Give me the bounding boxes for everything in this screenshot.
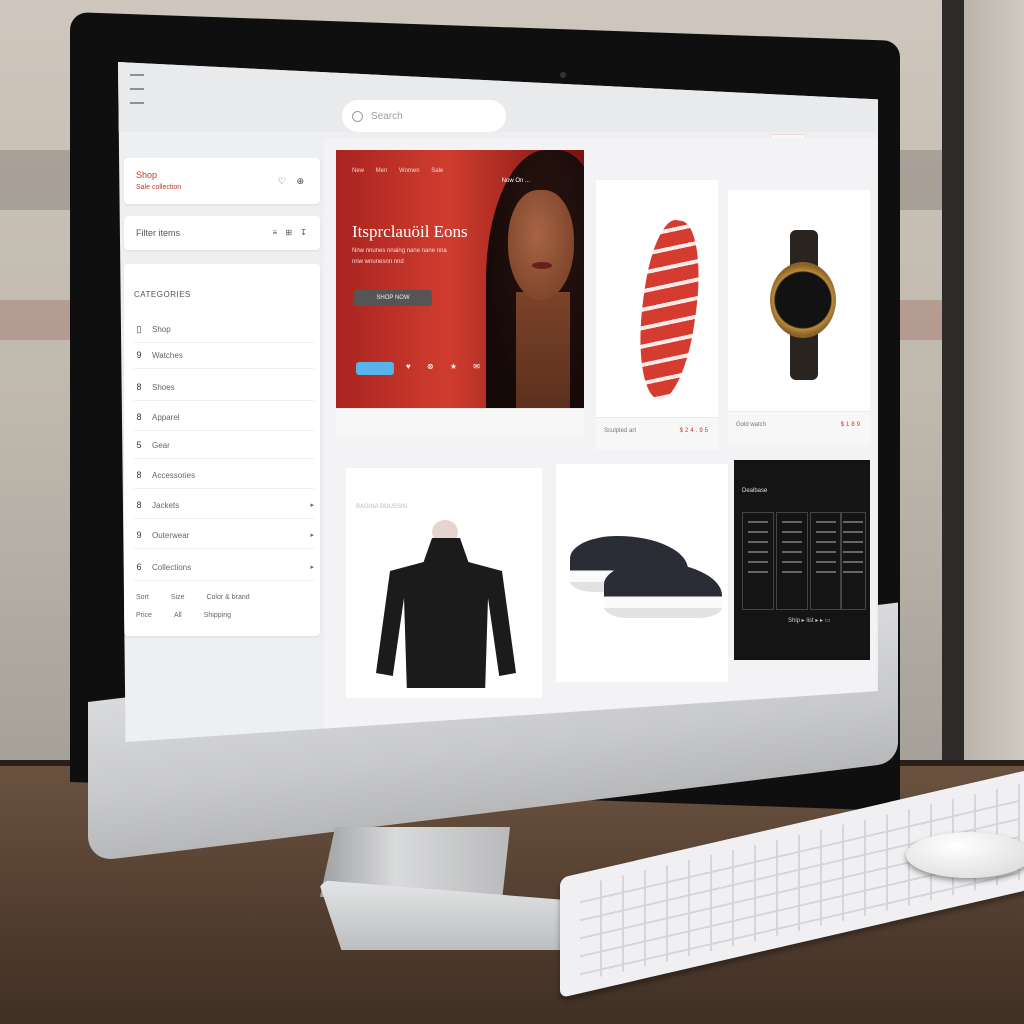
category-label: Collections — [152, 562, 192, 572]
model-face — [508, 190, 574, 300]
promo-actions[interactable]: ♡ ⊕ — [278, 176, 308, 187]
category-icon: 5 — [136, 440, 142, 450]
category-icon: ▯ — [136, 323, 142, 334]
model-lips — [532, 262, 552, 269]
hero-pill-button[interactable] — [356, 362, 394, 375]
chevron-right-icon[interactable]: ▸ — [310, 531, 314, 539]
hero-footer — [336, 408, 584, 437]
window-frame — [942, 0, 964, 780]
category-label: Watches — [152, 350, 183, 360]
category-label: Shoes — [152, 382, 175, 392]
hero-title: Itsprclauöil Eons — [352, 222, 468, 241]
model-neck — [516, 292, 570, 408]
category-label: Outerwear — [152, 530, 190, 540]
hero-subtitle: Nnw nnunes nnaing nane nane nna nnw wnun… — [352, 248, 447, 265]
product-label: BAGINA BOUSSIN — [356, 504, 408, 510]
product-price: $189 — [840, 422, 862, 428]
product-card[interactable]: Sculpted art $24.95 — [596, 180, 718, 450]
watch-face — [770, 262, 836, 338]
filter-card[interactable]: Filter items ≡ ⊞ ↧ — [124, 216, 320, 250]
promo-card[interactable]: Shop Sale collection ♡ ⊕ — [124, 158, 320, 204]
sidebar-item[interactable]: 9 Outerwear ▸ — [134, 522, 314, 549]
category-icon: 8 — [136, 412, 142, 422]
menu-icon[interactable] — [130, 74, 144, 104]
hero-nav-right[interactable]: Now On ... — [502, 178, 530, 184]
category-label: Apparel — [152, 412, 180, 422]
sidebar-item[interactable]: 8 Shoes — [134, 374, 314, 401]
hero-nav[interactable]: New Men Women Sale — [352, 168, 443, 174]
screen: Search Shop Sale collection ♡ ⊕ Filter i… — [118, 62, 878, 742]
categories-panel: CATEGORIES ▯ Shop 9 Watches 8 Shoes 8 Appare… — [124, 264, 320, 636]
product-footer: Sculpted art $24.95 — [596, 417, 718, 450]
product-card[interactable] — [556, 464, 728, 682]
search-icon — [352, 110, 363, 122]
product-image — [604, 562, 722, 618]
sidebar-item[interactable]: ▯ Shop — [134, 316, 314, 343]
spec-column — [840, 512, 866, 610]
product-grid: New Men Women Sale Now On ... Itsprclauö… — [324, 138, 876, 738]
categories-heading: CATEGORIES — [134, 290, 191, 299]
sidebar-item[interactable]: 8 Apparel — [134, 404, 314, 431]
search-placeholder: Search — [371, 110, 403, 122]
footer-cell[interactable]: Color & brand — [206, 594, 249, 601]
hero-action-icons[interactable]: ♥ ⊗ ★ ✉ — [406, 362, 480, 371]
product-image — [376, 538, 516, 688]
filter-footer-row: Price All Shipping — [136, 612, 310, 619]
spec-column — [776, 512, 808, 610]
category-icon: 8 — [136, 382, 142, 392]
product-card[interactable]: Gold watch $189 — [728, 190, 870, 444]
category-icon: 9 — [136, 530, 142, 540]
product-image — [629, 217, 709, 403]
spec-column — [810, 512, 842, 610]
category-label: Gear — [152, 440, 170, 450]
product-card[interactable]: Dealbase Ship ▸ list ▸ ▸ ▭ — [734, 460, 870, 660]
chevron-right-icon[interactable]: ▸ — [310, 563, 314, 571]
product-name: Dealbase — [742, 488, 768, 494]
filter-footer-row: Sort Size Color & brand — [136, 594, 310, 601]
footer-cell[interactable]: Shipping — [204, 612, 231, 619]
search-input[interactable]: Search — [342, 100, 506, 132]
footer-cell[interactable]: Price — [136, 612, 152, 619]
footer-cell[interactable]: Size — [171, 594, 185, 601]
promo-title: Shop — [136, 170, 158, 180]
category-icon: 9 — [136, 350, 142, 360]
spec-column — [742, 512, 774, 610]
product-price: $24.95 — [679, 428, 710, 434]
category-label: Jackets — [152, 500, 180, 510]
dark-tile-footer[interactable]: Ship ▸ list ▸ ▸ ▭ — [788, 617, 830, 624]
filter-actions[interactable]: ≡ ⊞ ↧ — [272, 228, 310, 237]
chevron-right-icon[interactable]: ▸ — [310, 501, 314, 509]
category-label: Shop — [152, 324, 171, 334]
footer-cell[interactable]: Sort — [136, 594, 149, 601]
mouse — [906, 832, 1024, 878]
category-icon: 8 — [136, 500, 142, 510]
product-card[interactable]: BAGINA BOUSSIN — [346, 468, 542, 698]
window-light — [964, 0, 1024, 780]
sidebar: Shop Sale collection ♡ ⊕ Filter items ≡ … — [118, 154, 328, 714]
category-label: Accessories — [152, 470, 196, 480]
sidebar-item[interactable]: 8 Jackets ▸ — [134, 492, 314, 519]
webcam — [560, 72, 566, 78]
promo-subtitle: Sale collection — [136, 184, 182, 191]
category-icon: 8 — [136, 470, 142, 480]
sidebar-item[interactable]: 8 Accessories — [134, 462, 314, 489]
product-name: Sculpted art — [604, 428, 637, 434]
sidebar-item[interactable]: 9 Watches — [134, 342, 314, 369]
hero-banner[interactable]: New Men Women Sale Now On ... Itsprclauö… — [336, 150, 584, 408]
footer-cell[interactable]: All — [174, 612, 182, 619]
sidebar-item[interactable]: 6 Collections ▸ — [134, 554, 314, 581]
category-icon: 6 — [136, 562, 142, 572]
product-footer: Gold watch $189 — [728, 411, 870, 444]
shop-now-button[interactable]: SHOP NOW — [354, 290, 432, 306]
sidebar-item[interactable]: 5 Gear — [134, 432, 314, 459]
product-name: Gold watch — [736, 422, 767, 428]
filter-label: Filter items — [136, 228, 181, 238]
